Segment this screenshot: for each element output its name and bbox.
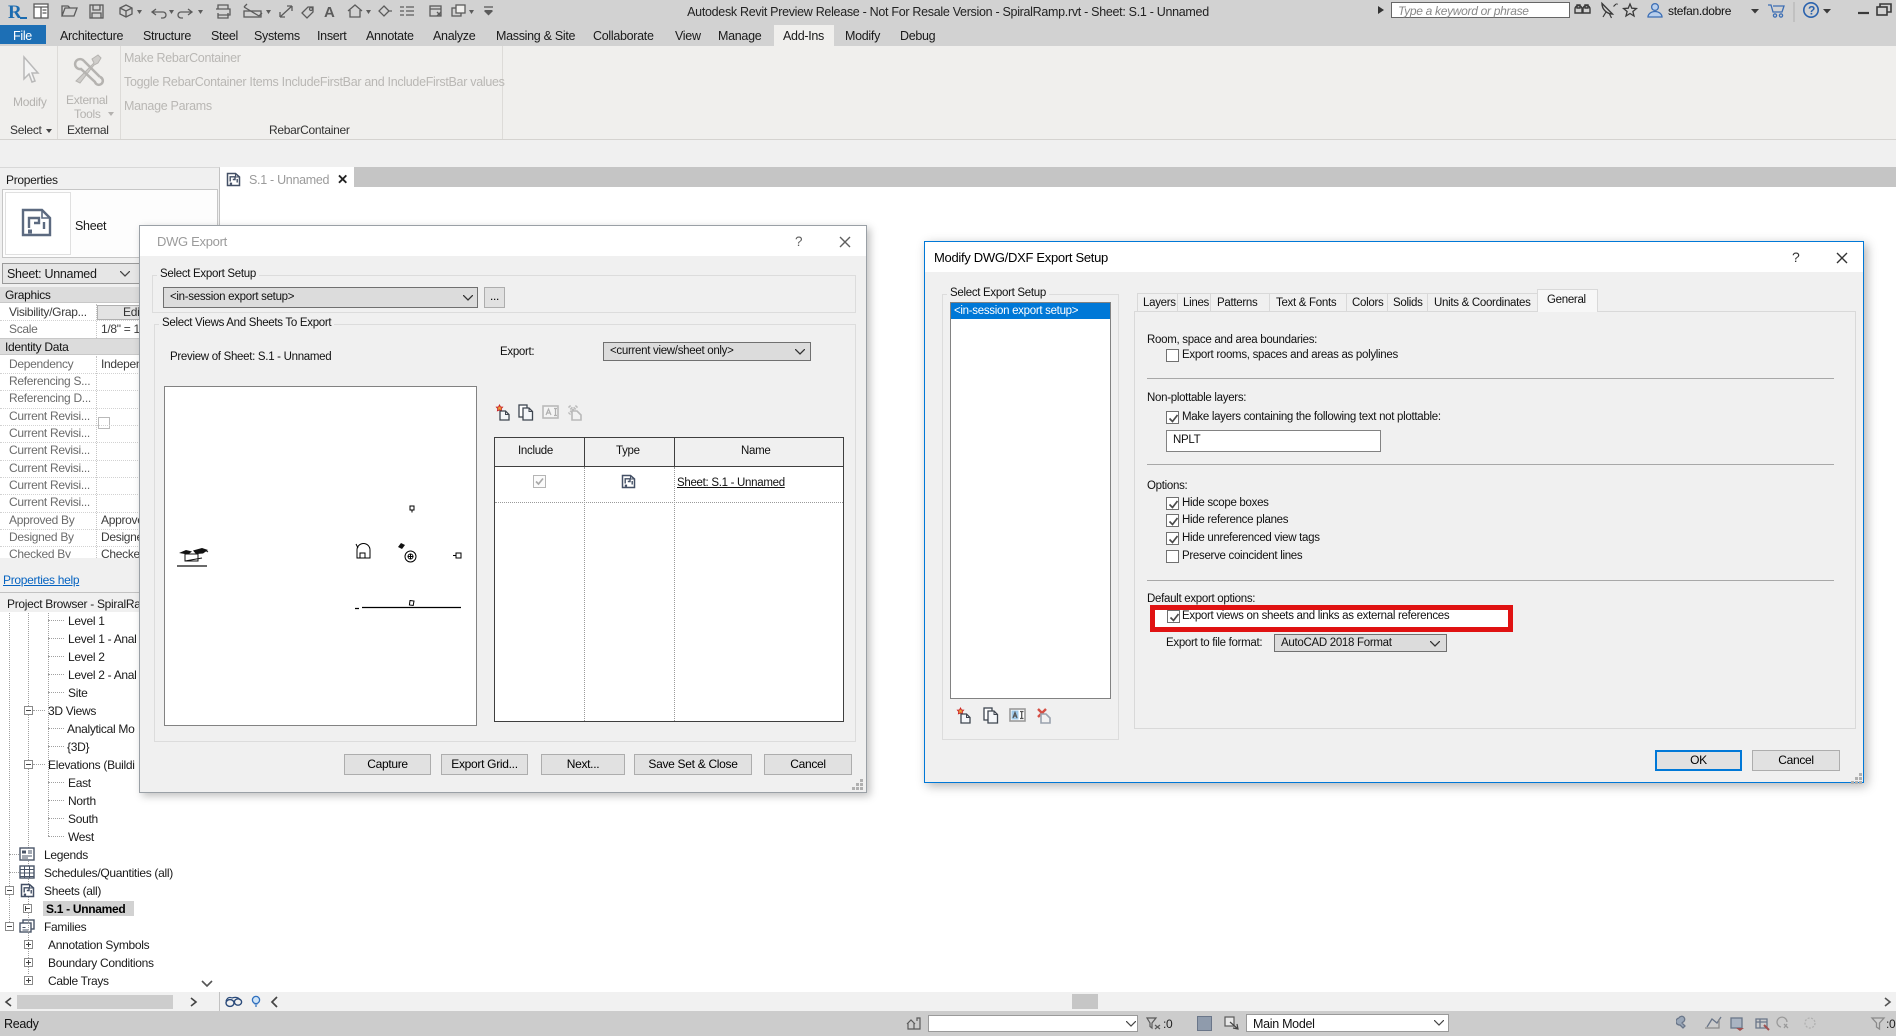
svg-text:?: ? — [1808, 4, 1815, 18]
svg-text:R: R — [8, 2, 22, 22]
svg-text:A: A — [324, 4, 335, 20]
